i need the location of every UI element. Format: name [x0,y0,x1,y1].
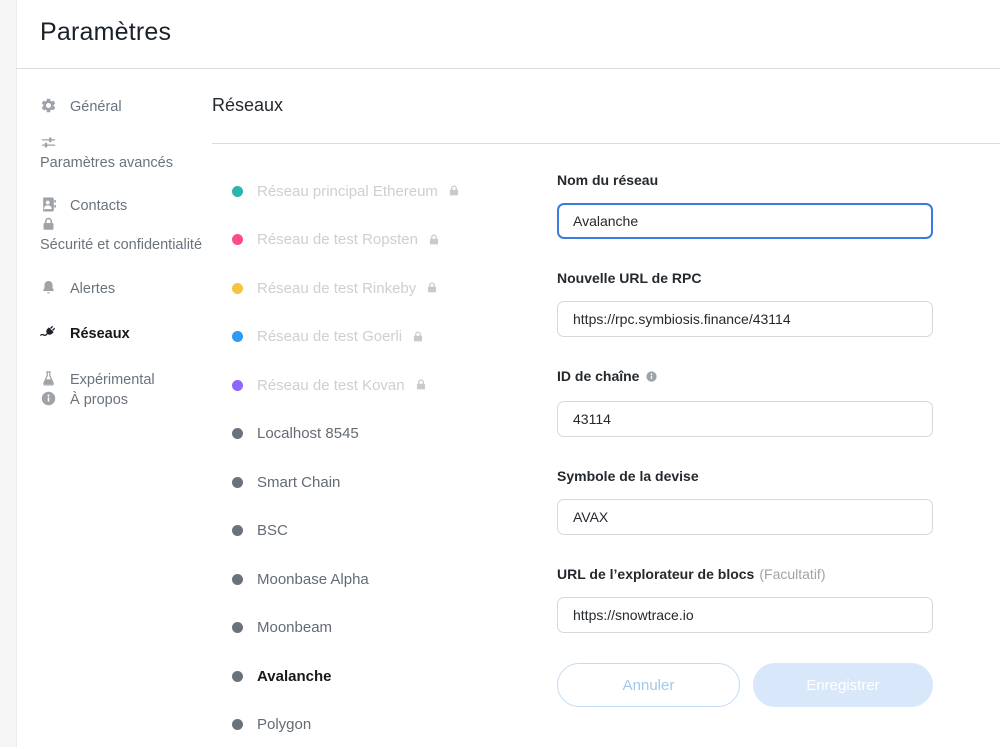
sidebar-item[interactable]: Expérimental [40,370,202,390]
sidebar-item-label: Contacts [70,198,127,214]
network-list: Réseau principal Ethereum Réseau de test… [232,167,532,749]
network-label: Réseau de test Kovan [257,377,405,394]
network-list-item[interactable]: Réseau principal Ethereum [232,167,532,216]
network-label: Moonbase Alpha [257,571,369,588]
info-icon[interactable] [645,369,658,387]
form-field: Symbole de la devise [557,467,933,535]
form-field: ID de chaîne [557,367,933,437]
network-list-item[interactable]: Réseau de test Ropsten [232,216,532,265]
contacts-icon [40,196,57,216]
network-label: Réseau de test Goerli [257,328,402,345]
network-label: BSC [257,522,288,539]
network-list-item[interactable]: Moonbeam [232,604,532,653]
network-color-dot [232,428,243,439]
sidebar-item-label: Général [70,99,122,115]
network-list-item[interactable]: Avalanche [232,652,532,701]
form-field: Nouvelle URL de RPC [557,269,933,337]
network-list-item[interactable]: Localhost 8545 [232,410,532,459]
sidebar-item-label: Alertes [70,281,115,297]
lock-icon [411,330,425,344]
networks-heading: Réseaux [212,95,283,116]
field-label: Symbole de la devise [557,468,699,484]
network-label: Réseau de test Rinkeby [257,280,416,297]
save-button[interactable]: Enregistrer [753,663,933,707]
form-text-input[interactable] [557,401,933,437]
lock-icon [447,184,461,198]
plug-icon [40,324,57,344]
page-title: Paramètres [40,18,171,47]
form-actions: Annuler Enregistrer [557,663,933,707]
settings-sidebar: Général Paramètres avancés Contacts Sécu… [40,97,202,410]
form-text-input[interactable] [557,301,933,337]
network-list-item[interactable]: Réseau de test Kovan [232,361,532,410]
network-label: Smart Chain [257,474,340,491]
sidebar-item[interactable]: À propos [40,390,202,410]
network-color-dot [232,331,243,342]
field-label: URL de l’explorateur de blocs [557,566,754,582]
network-label: Réseau de test Ropsten [257,231,418,248]
network-label: Avalanche [257,668,331,685]
network-color-dot [232,671,243,682]
sidebar-item[interactable]: Général [40,97,202,117]
network-label: Moonbeam [257,619,332,636]
gear-icon [40,97,57,117]
field-label: Nouvelle URL de RPC [557,270,701,286]
sidebar-item-label: Réseaux [70,326,130,342]
sidebar-item[interactable]: Réseaux [40,324,202,344]
field-label-suffix: (Facultatif) [759,566,825,582]
network-color-dot [232,234,243,245]
network-color-dot [232,525,243,536]
form-text-input[interactable] [557,597,933,633]
network-color-dot [232,186,243,197]
network-form-fields: Nom du réseau Nouvelle URL de RPC ID de … [557,171,933,633]
network-color-dot [232,719,243,730]
cancel-button[interactable]: Annuler [557,663,740,707]
form-field: URL de l’explorateur de blocs (Facultatif… [557,565,933,633]
network-label: Polygon [257,716,311,733]
network-label: Réseau principal Ethereum [257,183,438,200]
form-text-input[interactable] [557,203,933,239]
sidebar-item-label: Paramètres avancés [40,155,173,171]
sidebar-item-label: Expérimental [70,372,155,388]
header-divider [16,68,1000,69]
info-icon [40,390,57,410]
sidebar-item[interactable]: Alertes [40,279,202,299]
network-color-dot [232,574,243,585]
field-label: Nom du réseau [557,172,658,188]
network-list-item[interactable]: Réseau de test Rinkeby [232,264,532,313]
network-list-item[interactable]: Réseau de test Goerli [232,313,532,362]
form-field: Nom du réseau [557,171,933,239]
lock-icon [414,378,428,392]
network-list-item[interactable]: BSC [232,507,532,556]
network-color-dot [232,477,243,488]
sidebar-item[interactable]: Sécurité et confidentialité [40,216,202,255]
network-color-dot [232,622,243,633]
sidebar-item[interactable]: Paramètres avancés [40,134,202,173]
page-background-strip [0,0,17,747]
lock-icon [40,216,202,234]
network-label: Localhost 8545 [257,425,359,442]
network-color-dot [232,283,243,294]
network-list-item[interactable]: Moonbase Alpha [232,555,532,604]
form-text-input[interactable] [557,499,933,535]
network-color-dot [232,380,243,391]
network-form: Nom du réseau Nouvelle URL de RPC ID de … [557,171,933,707]
sidebar-item[interactable]: Contacts [40,196,202,216]
sliders-icon [40,134,202,152]
lock-icon [425,281,439,295]
sidebar-item-label: Sécurité et confidentialité [40,237,202,253]
sidebar-item-label: À propos [70,392,128,408]
lock-icon [427,233,441,247]
bell-icon [40,279,57,299]
networks-divider [212,143,1000,144]
flask-icon [40,370,57,390]
field-label: ID de chaîne [557,368,639,384]
network-list-item[interactable]: Polygon [232,701,532,749]
network-list-item[interactable]: Smart Chain [232,458,532,507]
